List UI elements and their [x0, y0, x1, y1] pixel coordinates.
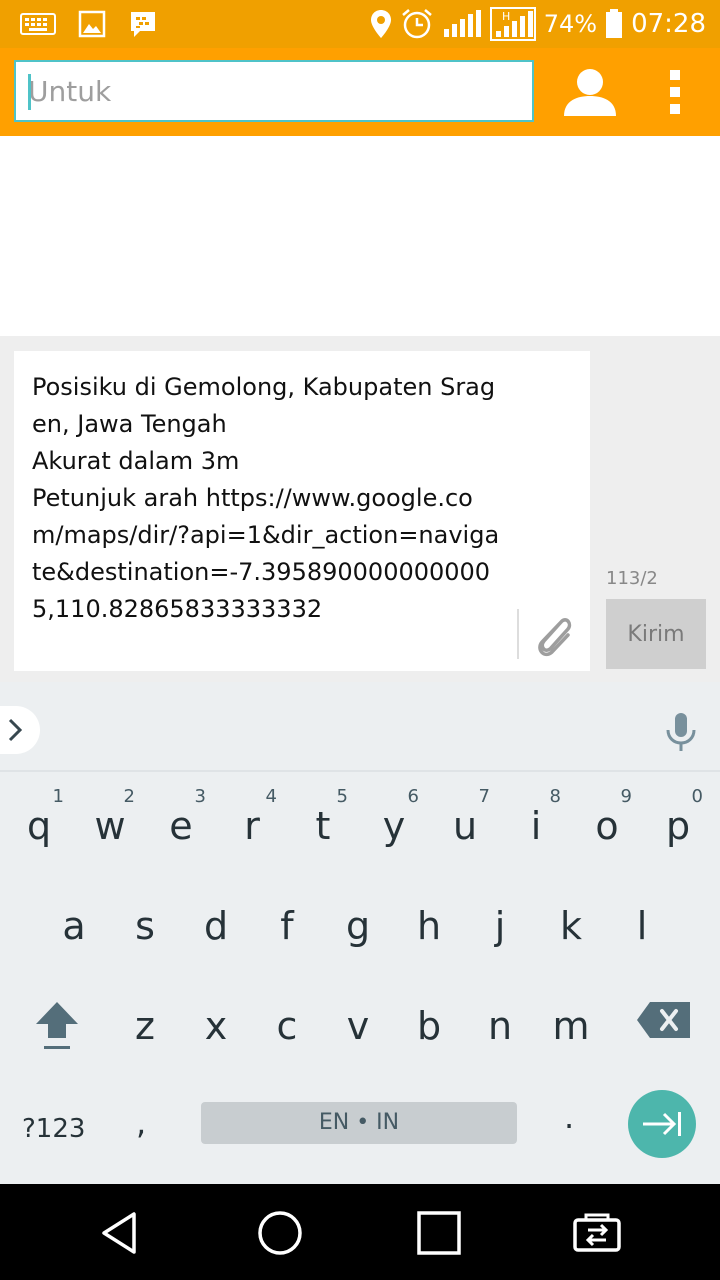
alarm-icon — [401, 9, 432, 39]
period-key[interactable]: . — [564, 1098, 574, 1136]
key-e[interactable]: 3e — [146, 778, 216, 878]
recents-icon[interactable] — [414, 1208, 464, 1258]
chevron-right-icon — [8, 718, 23, 742]
key-z[interactable]: z — [110, 978, 180, 1078]
status-bar-notifications — [20, 8, 158, 40]
key-g[interactable]: g — [323, 878, 393, 978]
key-s[interactable]: s — [110, 878, 180, 978]
battery-percentage: 74% — [543, 10, 598, 38]
key-k[interactable]: k — [536, 878, 606, 978]
key-a[interactable]: a — [39, 878, 109, 978]
text-caret — [28, 74, 31, 110]
send-button[interactable]: Kirim — [606, 599, 706, 669]
key-j[interactable]: j — [465, 878, 535, 978]
key-c[interactable]: c — [252, 978, 322, 1078]
key-r[interactable]: 4r — [217, 778, 287, 878]
next-arrow-icon — [643, 1112, 681, 1136]
key-p[interactable]: 0p — [643, 778, 713, 878]
backspace-icon[interactable] — [636, 1000, 692, 1040]
key-row-1: 1q 2w 3e 4r 5t 6y 7u 8i 9o 0p — [0, 778, 720, 878]
key-d[interactable]: d — [181, 878, 251, 978]
key-row-3: z x c v b n m — [0, 978, 720, 1078]
home-icon[interactable] — [255, 1208, 305, 1258]
key-f[interactable]: f — [252, 878, 322, 978]
location-icon — [370, 10, 391, 38]
svg-text:H: H — [502, 10, 510, 23]
keyboard-icon — [20, 13, 56, 35]
attach-divider — [517, 609, 519, 659]
key-row-4: ?123 , EN • IN . — [0, 1090, 720, 1190]
navigation-bar — [0, 1184, 720, 1280]
key-o[interactable]: 9o — [572, 778, 642, 878]
key-y[interactable]: 6y — [359, 778, 429, 878]
switch-apps-icon[interactable] — [572, 1208, 622, 1258]
recipient-field[interactable] — [14, 60, 534, 122]
key-v[interactable]: v — [323, 978, 393, 1078]
compose-area: Posisiku di Gemolong, Kabupaten Sragen, … — [0, 336, 720, 682]
compose-header — [0, 48, 720, 136]
key-w[interactable]: 2w — [75, 778, 145, 878]
suggestion-strip — [0, 682, 720, 772]
shift-icon[interactable] — [32, 998, 82, 1054]
keyboard: 1q 2w 3e 4r 5t 6y 7u 8i 9o 0p a s d f g … — [0, 682, 720, 1184]
key-m[interactable]: m — [536, 978, 606, 1078]
key-i[interactable]: 8i — [501, 778, 571, 878]
key-t[interactable]: 5t — [288, 778, 358, 878]
key-n[interactable]: n — [465, 978, 535, 1078]
message-text[interactable]: Posisiku di Gemolong, Kabupaten Sragen, … — [32, 369, 502, 628]
message-input[interactable]: Posisiku di Gemolong, Kabupaten Sragen, … — [14, 351, 590, 671]
overflow-menu-icon[interactable] — [660, 70, 690, 114]
contact-picker-icon[interactable] — [560, 66, 620, 118]
back-icon[interactable] — [96, 1208, 146, 1258]
expand-suggestions-button[interactable] — [0, 706, 40, 754]
key-u[interactable]: 7u — [430, 778, 500, 878]
character-counter: 113/2 — [606, 568, 658, 589]
comma-key[interactable]: , — [136, 1104, 146, 1142]
key-q[interactable]: 1q — [4, 778, 74, 878]
signal-icon — [443, 10, 481, 37]
status-bar-system: H 74% 07:28 — [370, 6, 706, 42]
microphone-icon[interactable] — [664, 712, 698, 752]
key-b[interactable]: b — [394, 978, 464, 1078]
paperclip-icon[interactable] — [532, 611, 576, 661]
message-thread — [0, 136, 720, 336]
battery-icon — [606, 9, 623, 38]
key-x[interactable]: x — [181, 978, 251, 1078]
key-row-2: a s d f g h j k l — [0, 878, 720, 978]
key-l[interactable]: l — [607, 878, 677, 978]
enter-key[interactable] — [628, 1090, 696, 1158]
recipient-input[interactable] — [16, 62, 532, 120]
symbols-key[interactable]: ?123 — [22, 1114, 85, 1144]
image-icon — [78, 10, 106, 38]
h-signal-icon: H — [489, 7, 536, 41]
key-h[interactable]: h — [394, 878, 464, 978]
status-bar: H 74% 07:28 — [0, 0, 720, 48]
clock: 07:28 — [631, 9, 706, 39]
space-bar[interactable]: EN • IN — [201, 1102, 517, 1144]
bbm-icon — [131, 12, 155, 37]
